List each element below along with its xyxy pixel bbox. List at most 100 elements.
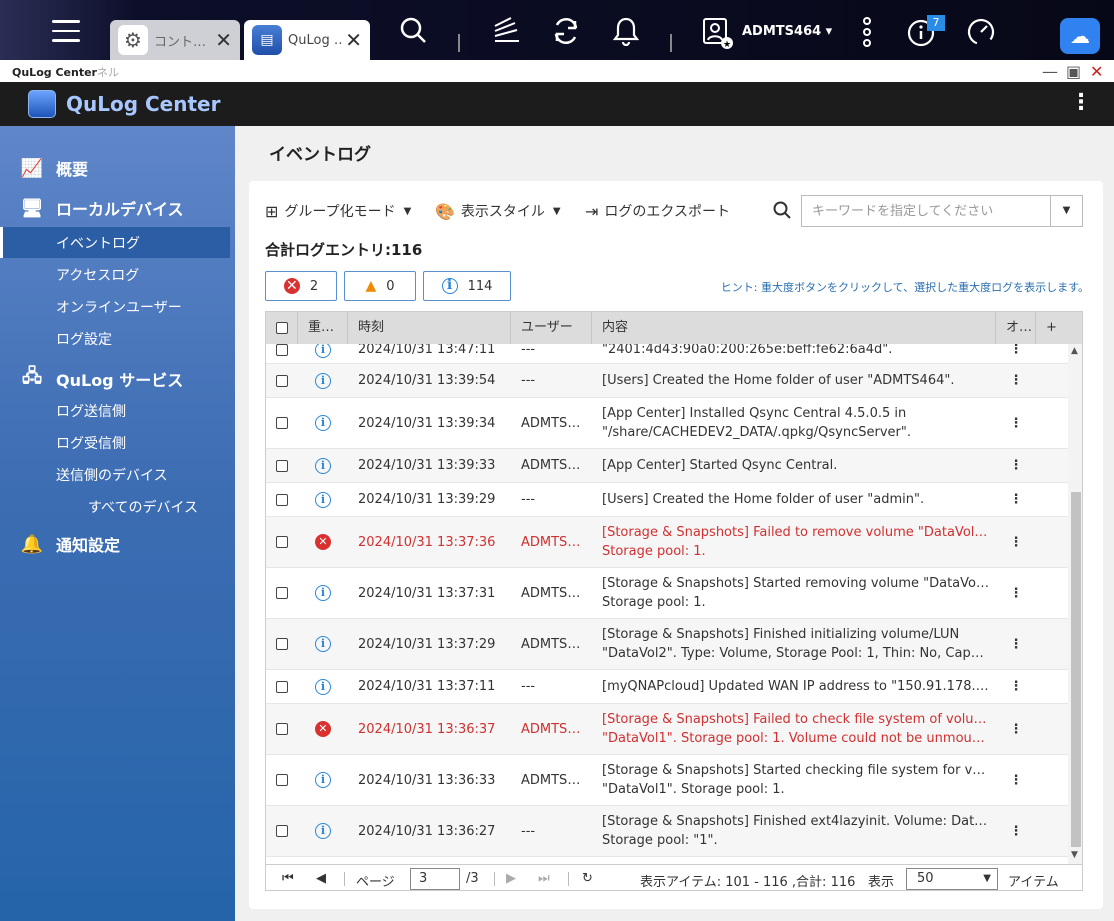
col-content[interactable]: 内容	[592, 312, 996, 344]
table-row[interactable]: ✕ 2024/10/31 13:37:36 ADMTS… [Storage & Sna…	[266, 517, 1068, 568]
sidebar-group-overview[interactable]: 📈 概要	[20, 156, 88, 180]
search-dropdown-icon[interactable]: ▼	[1050, 196, 1082, 226]
user-icon[interactable]: ★	[700, 16, 734, 50]
row-more-icon[interactable]: ⋮	[996, 373, 1036, 388]
first-page-icon[interactable]: ⏮	[282, 871, 294, 886]
table-row[interactable]: i 2024/10/31 13:39:33 ADMTS… [App Center] S…	[266, 449, 1068, 483]
row-more-icon[interactable]: ⋮	[996, 416, 1036, 431]
close-icon[interactable]: ✕	[345, 28, 362, 52]
sidebar-group-notifications[interactable]: 🔔 通知設定	[20, 532, 120, 556]
next-page-icon[interactable]: ▶	[506, 871, 516, 886]
close-icon[interactable]: ✕	[215, 28, 232, 52]
row-checkbox[interactable]	[266, 722, 298, 737]
warning-filter-button[interactable]: ▲ 0	[344, 271, 416, 301]
col-time[interactable]: 時刻	[348, 312, 511, 344]
row-user: ADMTS…	[521, 636, 581, 652]
table-row[interactable]: i 2024/10/31 13:37:11 --- [myQNAPcloud] Upd…	[266, 670, 1068, 704]
sidebar-item-log-sender[interactable]: ログ送信側	[56, 401, 126, 421]
prev-page-icon[interactable]: ◀	[316, 871, 326, 886]
table-row[interactable]: ✕ 2024/10/31 13:36:37 ADMTS… [Storage & Sna…	[266, 704, 1068, 755]
table-row[interactable]: i 2024/10/31 13:47:11 --- "2401:4d43:90a0:2…	[266, 344, 1068, 364]
last-page-icon[interactable]: ⏭	[538, 871, 550, 886]
row-more-icon[interactable]: ⋮	[996, 773, 1036, 788]
table-row[interactable]: i 2024/10/31 13:37:29 ADMTS… [Storage & Sna…	[266, 619, 1068, 670]
info-filter-button[interactable]: i 114	[423, 271, 511, 301]
sync-icon[interactable]	[549, 16, 583, 50]
row-content-line: [Storage & Snapshots] Started removing v…	[602, 576, 990, 591]
sidebar-item-online-users[interactable]: オンラインユーザー	[56, 297, 182, 317]
table-row[interactable]: i 2024/10/31 13:37:31 ADMTS… [Storage & Sna…	[266, 568, 1068, 619]
more-vertical-icon[interactable]	[850, 16, 884, 50]
row-checkbox[interactable]	[266, 373, 298, 388]
scroll-down-icon[interactable]: ▼	[1071, 850, 1078, 860]
display-style-button[interactable]: 🎨 表示スタイル ▼	[435, 201, 561, 221]
row-more-icon[interactable]: ⋮	[996, 679, 1036, 694]
row-checkbox[interactable]	[266, 586, 298, 601]
table-row[interactable]: i 2024/10/31 13:36:33 ADMTS… [Storage & Sna…	[266, 755, 1068, 806]
stack-icon[interactable]	[490, 16, 524, 50]
items-label: アイテム	[1008, 875, 1059, 890]
bell-icon[interactable]	[609, 16, 643, 50]
sidebar-item-all-devices[interactable]: すべてのデバイス	[88, 497, 198, 517]
more-vertical-icon[interactable]: ⋮	[1070, 90, 1092, 115]
row-checkbox[interactable]	[266, 824, 298, 839]
row-user: ---	[521, 679, 536, 694]
row-more-icon[interactable]: ⋮	[996, 824, 1036, 839]
row-checkbox[interactable]	[266, 637, 298, 652]
row-checkbox[interactable]	[266, 344, 298, 357]
items-per-page-select[interactable]: 50 ▼	[906, 868, 998, 890]
row-time: 2024/10/31 13:39:29	[358, 492, 496, 507]
sidebar-item-log-receiver[interactable]: ログ受信側	[56, 433, 126, 453]
row-checkbox[interactable]	[266, 535, 298, 550]
add-column-button[interactable]: +	[1036, 312, 1082, 344]
scrollbar[interactable]: ▲ ▼	[1068, 344, 1082, 864]
row-checkbox[interactable]	[266, 773, 298, 788]
table-row[interactable]: i 2024/10/31 13:39:54 --- [Users] Created t…	[266, 364, 1068, 398]
tab-qulog[interactable]: ▤ QuLog … ✕	[244, 20, 370, 60]
sidebar-item-log-settings[interactable]: ログ設定	[56, 329, 112, 349]
row-more-icon[interactable]: ⋮	[996, 344, 1036, 357]
col-severity[interactable]: 重…	[298, 312, 348, 344]
error-filter-button[interactable]: ✕ 2	[265, 271, 337, 301]
row-more-icon[interactable]: ⋮	[996, 458, 1036, 473]
group-mode-button[interactable]: ⊞ グループ化モード ▼	[265, 201, 411, 221]
speedometer-icon[interactable]	[964, 16, 998, 50]
search-icon[interactable]	[396, 16, 430, 50]
scrollbar-thumb[interactable]	[1071, 492, 1081, 847]
row-more-icon[interactable]: ⋮	[996, 637, 1036, 652]
row-more-icon[interactable]: ⋮	[996, 722, 1036, 737]
row-more-icon[interactable]: ⋮	[996, 586, 1036, 601]
row-checkbox[interactable]	[266, 679, 298, 694]
sidebar-item-sender-devices[interactable]: 送信側のデバイス	[56, 465, 168, 485]
table-row[interactable]: i 2024/10/31 13:39:29 --- [Users] Created t…	[266, 483, 1068, 517]
col-user[interactable]: ユーザー	[511, 312, 592, 344]
sidebar-group-local-devices[interactable]: 🖥 ローカルデバイス	[20, 196, 184, 220]
search-input[interactable]	[802, 196, 1050, 226]
select-all-checkbox[interactable]	[266, 312, 298, 344]
row-more-icon[interactable]: ⋮	[996, 535, 1036, 550]
current-user[interactable]: ADMTS464 ▾	[742, 24, 832, 39]
sidebar-item-event-log[interactable]: イベントログ	[56, 233, 140, 253]
row-more-icon[interactable]: ⋮	[996, 492, 1036, 507]
close-window-icon[interactable]: ✕	[1090, 62, 1103, 81]
row-checkbox[interactable]	[266, 492, 298, 507]
scroll-up-icon[interactable]: ▲	[1071, 346, 1078, 356]
hamburger-menu-icon[interactable]	[52, 20, 80, 44]
row-checkbox[interactable]	[266, 416, 298, 431]
refresh-icon[interactable]: ↻	[582, 871, 593, 886]
error-icon: ✕	[298, 534, 348, 550]
page-number-input[interactable]: 3	[410, 868, 460, 890]
col-action[interactable]: オ…	[996, 312, 1036, 344]
tab-control-panel[interactable]: ⚙ コント… ✕	[110, 20, 240, 60]
export-log-button[interactable]: ⇥ ログのエクスポート	[585, 201, 730, 221]
table-row[interactable]: i 2024/10/31 13:39:34 ADMTS… [App Center] I…	[266, 398, 1068, 449]
row-content: [Storage & Snapshots] Finished ext4lazyi…	[592, 812, 996, 850]
cloud-icon[interactable]: ☁	[1060, 18, 1100, 54]
search-icon[interactable]	[773, 201, 791, 224]
sidebar-item-access-log[interactable]: アクセスログ	[56, 265, 139, 285]
maximize-icon[interactable]: ▣	[1066, 62, 1081, 81]
sidebar-group-qulog-service[interactable]: 🖧 QuLog サービス	[20, 364, 183, 394]
row-checkbox[interactable]	[266, 458, 298, 473]
minimize-icon[interactable]: —	[1042, 62, 1058, 81]
table-row[interactable]: i 2024/10/31 13:36:27 --- [Storage & Snapsh…	[266, 806, 1068, 857]
